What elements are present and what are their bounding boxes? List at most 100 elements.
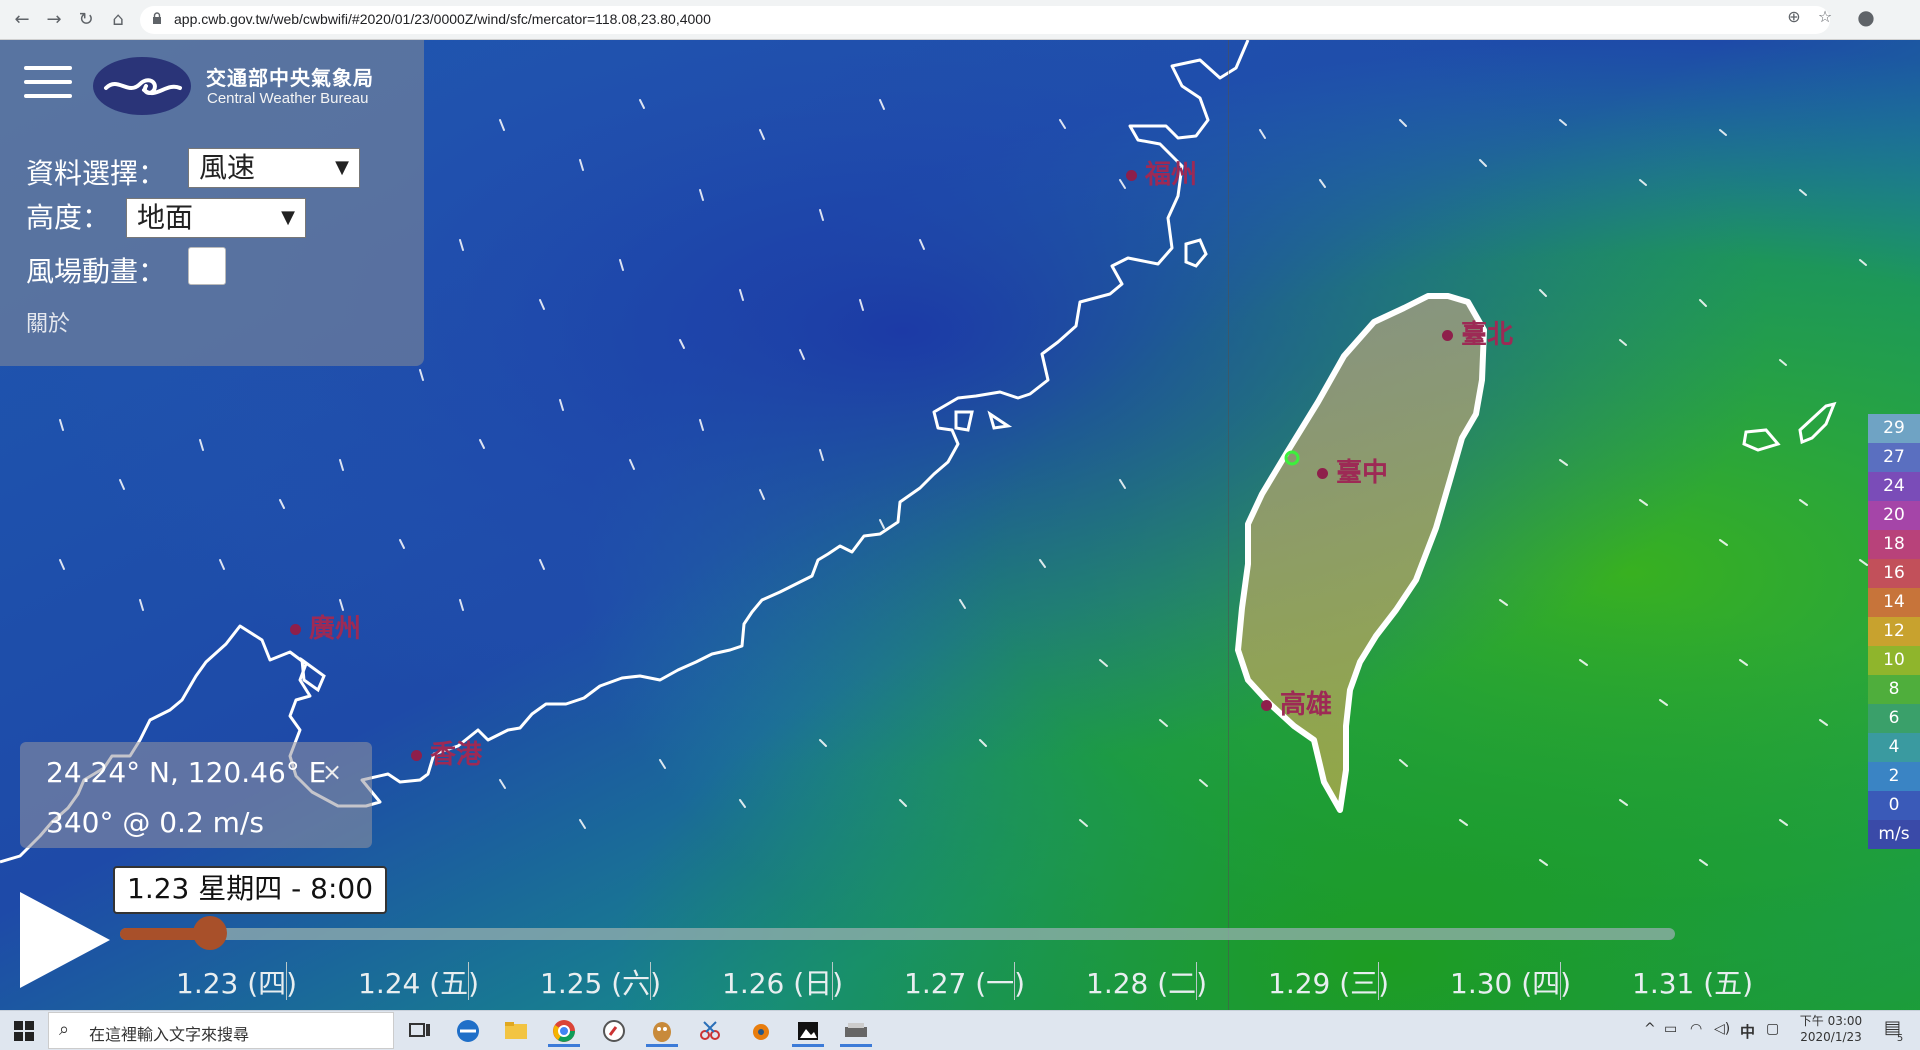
chevron-up-icon[interactable]: ^ [1644, 1021, 1656, 1037]
back-icon[interactable]: ← [10, 8, 34, 32]
timeline-day[interactable]: 1.25 (六) [540, 962, 661, 1002]
lock-icon [153, 12, 161, 24]
coordinates-text: 24.24° N, 120.46° E [46, 756, 327, 789]
profile-icon[interactable]: ● [1855, 6, 1877, 28]
city-label: 廣州 [309, 614, 362, 644]
timeline-day[interactable]: 1.26 (日) [722, 962, 843, 1002]
network-icon[interactable]: ◠ [1690, 1021, 1702, 1037]
volume-icon[interactable]: ◁) [1714, 1021, 1730, 1037]
forward-icon[interactable]: → [42, 8, 66, 32]
home-icon[interactable]: ⌂ [106, 8, 130, 32]
chrome-icon[interactable] [546, 1015, 582, 1047]
city-dot [1261, 700, 1272, 711]
close-icon[interactable]: × [322, 758, 342, 786]
wind-speed-legend: 29 27 24 20 18 16 14 12 10 8 6 4 2 0 m/s [1868, 414, 1920, 849]
city-label: 香港 [430, 740, 483, 770]
day-separator [1014, 962, 1015, 1000]
wind-reading-text: 340° @ 0.2 m/s [46, 806, 264, 839]
org-name-zh: 交通部中央氣象局 [206, 66, 374, 90]
height-select-dropdown[interactable]: 地面 ▼ [126, 198, 306, 238]
day-separator [1196, 962, 1197, 1000]
legend-step: 6 [1868, 704, 1920, 733]
day-separator [650, 962, 651, 1000]
notification-count: 5 [1896, 1033, 1904, 1044]
clock[interactable]: 下午 03:00 2020/1/23 [1788, 1013, 1874, 1045]
timeline-day[interactable]: 1.23 (四) [176, 962, 297, 1002]
current-time-tooltip: 1.23 星期四 - 8:00 [113, 866, 388, 914]
ime-indicator[interactable]: 中 [1740, 1021, 1755, 1042]
timeline-day[interactable]: 1.27 (一) [904, 962, 1025, 1002]
legend-step: 24 [1868, 472, 1920, 501]
about-link[interactable]: 關於 [26, 306, 70, 338]
city-hongkong: 香港 [411, 734, 482, 771]
height-label: 高度： [26, 201, 111, 234]
day-separator [1378, 962, 1379, 1000]
legend-unit: m/s [1868, 820, 1920, 849]
timeline-day[interactable]: 1.24 (五) [358, 962, 479, 1002]
legend-step: 10 [1868, 646, 1920, 675]
blender-icon[interactable] [742, 1015, 778, 1047]
bookmark-star-icon[interactable]: ☆ [1814, 6, 1836, 28]
legend-step: 4 [1868, 733, 1920, 762]
timeline-thumb[interactable] [192, 916, 227, 950]
legend-step: 16 [1868, 559, 1920, 588]
legend-step: 0 [1868, 791, 1920, 820]
owl-app-icon[interactable] [644, 1015, 680, 1047]
keyboard-icon[interactable]: ▢ [1766, 1021, 1779, 1037]
taskbar-search-box[interactable]: ⌕ 在這裡輸入文字來搜尋 [48, 1012, 394, 1049]
windows-start-icon[interactable] [14, 1021, 34, 1041]
timeline-track[interactable] [120, 916, 1675, 950]
menu-icon[interactable] [24, 66, 72, 102]
location-marker-icon [1284, 450, 1300, 466]
city-fuzhou: 福州 [1126, 154, 1197, 191]
snipping-tool-icon[interactable] [692, 1015, 728, 1047]
cwb-logo-icon [93, 57, 191, 115]
city-dot [1442, 330, 1453, 341]
dropdown-arrow-icon: ▼ [281, 207, 295, 228]
day-separator [286, 962, 287, 1000]
city-taipei: 臺北 [1442, 314, 1513, 351]
animation-checkbox[interactable] [188, 247, 226, 285]
control-panel: 交通部中央氣象局 Central Weather Bureau 資料選擇： 風速… [0, 40, 424, 366]
search-icon: ⌕ [59, 1019, 70, 1040]
org-name-en: Central Weather Bureau [207, 90, 369, 107]
compass-app-icon[interactable] [596, 1015, 632, 1047]
city-guangzhou: 廣州 [290, 608, 361, 645]
address-bar[interactable]: app.cwb.gov.tw/web/cwbwifi/#2020/01/23/0… [140, 6, 1830, 34]
legend-step: 20 [1868, 501, 1920, 530]
timeline-day[interactable]: 1.29 (三) [1268, 962, 1389, 1002]
photos-icon[interactable] [790, 1015, 826, 1047]
data-select-value: 風速 [199, 151, 256, 184]
animation-label: 風場動畫： [26, 255, 167, 288]
legend-step: 12 [1868, 617, 1920, 646]
search-placeholder: 在這裡輸入文字來搜尋 [89, 1025, 250, 1044]
city-kaohsiung: 高雄 [1261, 684, 1332, 721]
timeline-day[interactable]: 1.31 (五) [1632, 962, 1753, 1002]
reload-icon[interactable]: ↻ [74, 8, 98, 32]
timeline-day[interactable]: 1.30 (四) [1450, 962, 1571, 1002]
battery-icon[interactable]: ▭ [1664, 1021, 1677, 1037]
play-button[interactable] [20, 892, 110, 988]
edge-icon[interactable] [450, 1015, 486, 1047]
zoom-icon[interactable]: ⊕ [1783, 6, 1805, 28]
day-separator [832, 962, 833, 1000]
legend-step: 14 [1868, 588, 1920, 617]
day-separator [1560, 962, 1561, 1000]
city-label: 高雄 [1280, 690, 1333, 720]
clock-date: 2020/1/23 [1800, 1030, 1862, 1044]
timeline-day[interactable]: 1.28 (二) [1086, 962, 1207, 1002]
city-dot [290, 624, 301, 635]
city-label: 福州 [1145, 160, 1198, 190]
dropdown-arrow-icon: ▼ [335, 157, 349, 178]
day-separator [468, 962, 469, 1000]
city-dot [1126, 170, 1137, 181]
city-taichung: 臺中 [1317, 452, 1388, 489]
city-label: 臺北 [1461, 320, 1514, 350]
url-text: app.cwb.gov.tw/web/cwbwifi/#2020/01/23/0… [174, 11, 711, 27]
scanner-app-icon[interactable] [838, 1015, 874, 1047]
data-select-dropdown[interactable]: 風速 ▼ [188, 148, 360, 188]
data-select-label: 資料選擇： [26, 157, 167, 190]
task-view-icon[interactable] [402, 1015, 438, 1047]
clock-time: 下午 03:00 [1799, 1014, 1863, 1028]
file-explorer-icon[interactable] [498, 1015, 534, 1047]
